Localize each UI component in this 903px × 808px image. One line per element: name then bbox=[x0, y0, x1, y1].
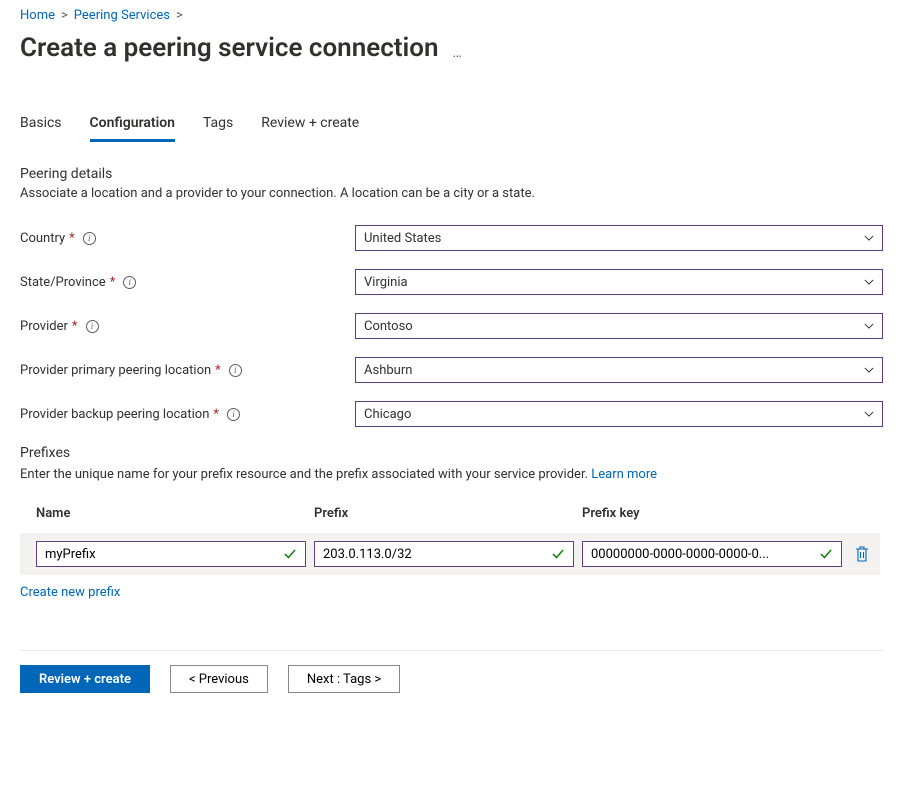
required-marker: * bbox=[215, 363, 221, 378]
state-value: Virginia bbox=[364, 275, 408, 290]
tab-basics[interactable]: Basics bbox=[20, 115, 62, 142]
peering-details-title: Peering details bbox=[20, 166, 883, 182]
prefix-table-header: Name Prefix Prefix key bbox=[20, 506, 880, 533]
prefix-value-input-wrap bbox=[314, 541, 574, 567]
country-label-wrap: Country * i bbox=[20, 231, 355, 246]
col-name: Name bbox=[36, 506, 306, 521]
prefix-row bbox=[20, 533, 880, 575]
chevron-down-icon bbox=[864, 365, 874, 375]
page-title: Create a peering service connection bbox=[20, 33, 439, 63]
check-icon bbox=[551, 547, 565, 561]
provider-value: Contoso bbox=[364, 319, 413, 334]
delete-prefix-button[interactable] bbox=[850, 542, 874, 566]
title-row: Create a peering service connection … bbox=[20, 33, 883, 63]
check-icon bbox=[283, 547, 297, 561]
info-icon[interactable]: i bbox=[227, 408, 240, 421]
tab-review-create[interactable]: Review + create bbox=[261, 115, 359, 142]
prefix-key-input-wrap bbox=[582, 541, 842, 567]
prefix-table: Name Prefix Prefix key bbox=[20, 506, 880, 575]
breadcrumb-separator: > bbox=[176, 8, 183, 23]
required-marker: * bbox=[110, 275, 116, 290]
prefix-key-input[interactable] bbox=[591, 547, 813, 562]
previous-button[interactable]: < Previous bbox=[170, 665, 268, 693]
trash-icon bbox=[855, 546, 869, 562]
primary-location-label: Provider primary peering location bbox=[20, 363, 211, 378]
country-select[interactable]: United States bbox=[355, 225, 883, 251]
chevron-down-icon bbox=[864, 409, 874, 419]
info-icon[interactable]: i bbox=[86, 320, 99, 333]
next-button[interactable]: Next : Tags > bbox=[288, 665, 400, 693]
footer: Review + create < Previous Next : Tags > bbox=[20, 650, 883, 693]
primary-location-label-wrap: Provider primary peering location * i bbox=[20, 363, 355, 378]
required-marker: * bbox=[213, 407, 219, 422]
field-state: State/Province * i Virginia bbox=[20, 269, 883, 295]
breadcrumb: Home > Peering Services > bbox=[20, 8, 883, 23]
tabs: Basics Configuration Tags Review + creat… bbox=[20, 115, 883, 142]
backup-location-select[interactable]: Chicago bbox=[355, 401, 883, 427]
info-icon[interactable]: i bbox=[83, 232, 96, 245]
breadcrumb-separator: > bbox=[61, 8, 68, 23]
create-new-prefix-link[interactable]: Create new prefix bbox=[20, 585, 120, 600]
breadcrumb-peering-services[interactable]: Peering Services bbox=[74, 8, 170, 23]
backup-location-label-wrap: Provider backup peering location * i bbox=[20, 407, 355, 422]
field-country: Country * i United States bbox=[20, 225, 883, 251]
check-icon bbox=[819, 547, 833, 561]
prefixes-description-text: Enter the unique name for your prefix re… bbox=[20, 467, 591, 482]
prefixes-title: Prefixes bbox=[20, 445, 883, 461]
chevron-down-icon bbox=[864, 277, 874, 287]
field-provider: Provider * i Contoso bbox=[20, 313, 883, 339]
required-marker: * bbox=[69, 231, 75, 246]
field-backup-location: Provider backup peering location * i Chi… bbox=[20, 401, 883, 427]
primary-location-value: Ashburn bbox=[364, 363, 412, 378]
provider-label: Provider bbox=[20, 319, 68, 334]
country-value: United States bbox=[364, 231, 441, 246]
breadcrumb-home[interactable]: Home bbox=[20, 8, 55, 23]
primary-location-select[interactable]: Ashburn bbox=[355, 357, 883, 383]
info-icon[interactable]: i bbox=[123, 276, 136, 289]
provider-label-wrap: Provider * i bbox=[20, 319, 355, 334]
info-icon[interactable]: i bbox=[229, 364, 242, 377]
required-marker: * bbox=[72, 319, 78, 334]
state-select[interactable]: Virginia bbox=[355, 269, 883, 295]
country-label: Country bbox=[20, 231, 65, 246]
state-label: State/Province bbox=[20, 275, 106, 290]
state-label-wrap: State/Province * i bbox=[20, 275, 355, 290]
more-actions-icon[interactable]: … bbox=[453, 36, 463, 60]
backup-location-value: Chicago bbox=[364, 407, 411, 422]
chevron-down-icon bbox=[864, 321, 874, 331]
prefix-name-input-wrap bbox=[36, 541, 306, 567]
col-key: Prefix key bbox=[582, 506, 842, 521]
prefixes-description: Enter the unique name for your prefix re… bbox=[20, 467, 883, 482]
prefix-value-input[interactable] bbox=[323, 547, 545, 562]
backup-location-label: Provider backup peering location bbox=[20, 407, 209, 422]
learn-more-link[interactable]: Learn more bbox=[591, 467, 657, 482]
tab-configuration[interactable]: Configuration bbox=[90, 115, 175, 142]
field-primary-location: Provider primary peering location * i As… bbox=[20, 357, 883, 383]
col-prefix: Prefix bbox=[314, 506, 574, 521]
tab-tags[interactable]: Tags bbox=[203, 115, 233, 142]
peering-details-description: Associate a location and a provider to y… bbox=[20, 186, 883, 201]
review-create-button[interactable]: Review + create bbox=[20, 665, 150, 693]
prefix-name-input[interactable] bbox=[45, 547, 277, 562]
provider-select[interactable]: Contoso bbox=[355, 313, 883, 339]
chevron-down-icon bbox=[864, 233, 874, 243]
